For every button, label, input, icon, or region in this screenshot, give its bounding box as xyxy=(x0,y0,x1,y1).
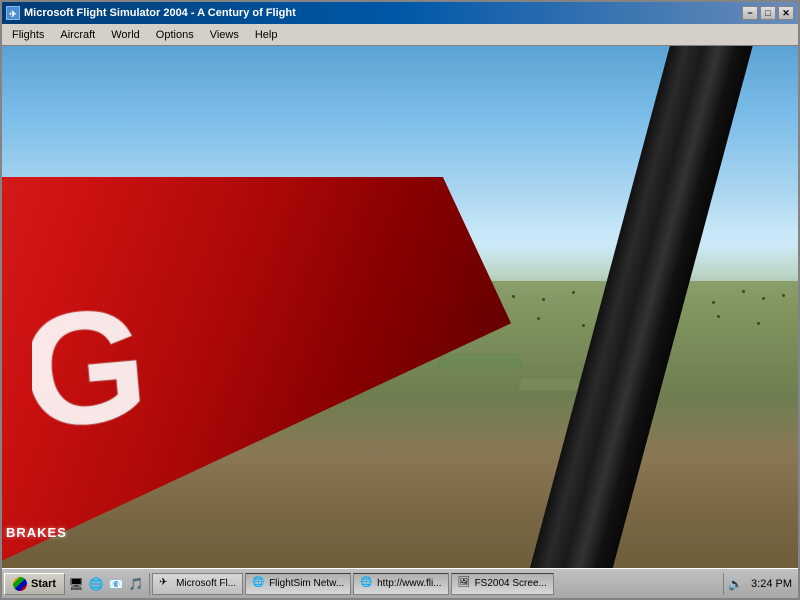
strut-primary xyxy=(519,46,758,568)
start-button[interactable]: Start xyxy=(4,573,65,595)
wing-letter: G xyxy=(32,308,153,453)
start-label: Start xyxy=(31,578,56,590)
wing-marking: G xyxy=(32,308,232,508)
task-icon-fs2004-scree: 🖼 xyxy=(458,577,472,591)
show-desktop-icon[interactable]: 🖥 xyxy=(67,575,85,593)
taskbar-task-flightsim-http[interactable]: 🌐http://www.fli... xyxy=(353,573,448,595)
window-controls: − □ ✕ xyxy=(742,6,794,20)
menu-help[interactable]: Help xyxy=(247,27,286,43)
title-text: ✈ Microsoft Flight Simulator 2004 - A Ce… xyxy=(6,6,296,20)
menu-views[interactable]: Views xyxy=(202,27,247,43)
menu-options[interactable]: Options xyxy=(148,27,202,43)
quick-launch-bar: 🖥 🌐 📧 🎵 xyxy=(67,573,150,595)
taskbar-task-fs2004[interactable]: ✈Microsoft Fl... xyxy=(152,573,243,595)
menu-aircraft[interactable]: Aircraft xyxy=(52,27,103,43)
app-icon: ✈ xyxy=(6,6,20,20)
media-icon[interactable]: 🎵 xyxy=(127,575,145,593)
task-icon-flightsim-http: 🌐 xyxy=(360,577,374,591)
menu-world[interactable]: World xyxy=(103,27,148,43)
cockpit-strut xyxy=(440,46,798,568)
windows-logo-icon xyxy=(13,577,27,591)
system-tray: 🔊 3:24 PM xyxy=(723,573,796,595)
task-label-fs2004: Microsoft Fl... xyxy=(176,578,236,589)
taskbar-task-fs2004-scree[interactable]: 🖼FS2004 Scree... xyxy=(451,573,554,595)
tray-network-icon: 🔊 xyxy=(728,577,743,591)
taskbar: Start 🖥 🌐 📧 🎵 ✈Microsoft Fl...🌐FlightSim… xyxy=(2,568,798,598)
ie-icon[interactable]: 🌐 xyxy=(87,575,105,593)
taskbar-tasks: ✈Microsoft Fl...🌐FlightSim Netw...🌐http:… xyxy=(152,573,721,595)
clock: 3:24 PM xyxy=(747,578,796,590)
maximize-button[interactable]: □ xyxy=(760,6,776,20)
task-icon-flightsim-net: 🌐 xyxy=(252,577,266,591)
menu-flights[interactable]: Flights xyxy=(4,27,52,43)
application-window: ✈ Microsoft Flight Simulator 2004 - A Ce… xyxy=(0,0,800,600)
title-bar: ✈ Microsoft Flight Simulator 2004 - A Ce… xyxy=(2,2,798,24)
task-icon-fs2004: ✈ xyxy=(159,577,173,591)
taskbar-task-flightsim-net[interactable]: 🌐FlightSim Netw... xyxy=(245,573,351,595)
menu-bar: Flights Aircraft World Options Views Hel… xyxy=(2,24,798,46)
window-title: Microsoft Flight Simulator 2004 - A Cent… xyxy=(24,7,296,19)
close-button[interactable]: ✕ xyxy=(778,6,794,20)
simulator-viewport: G BRAKES xyxy=(2,46,798,568)
brakes-indicator: BRAKES xyxy=(6,525,67,540)
task-label-fs2004-scree: FS2004 Scree... xyxy=(475,578,547,589)
task-label-flightsim-net: FlightSim Netw... xyxy=(269,578,344,589)
outlook-icon[interactable]: 📧 xyxy=(107,575,125,593)
minimize-button[interactable]: − xyxy=(742,6,758,20)
task-label-flightsim-http: http://www.fli... xyxy=(377,578,441,589)
